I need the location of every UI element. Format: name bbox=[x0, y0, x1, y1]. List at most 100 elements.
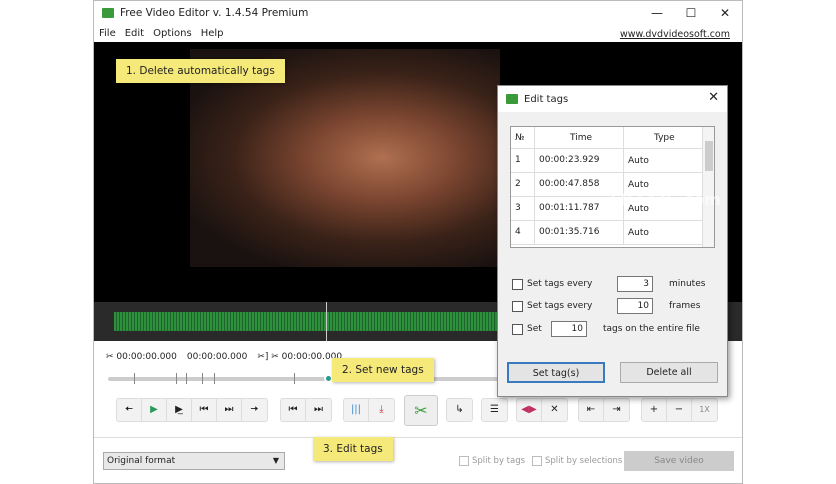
tag-marker bbox=[294, 373, 295, 384]
tag-marker bbox=[186, 373, 187, 384]
cell: 1 bbox=[511, 149, 535, 172]
table-scrollbar[interactable] bbox=[702, 127, 714, 247]
dialog-close-button[interactable]: ✕ bbox=[708, 90, 719, 105]
zoom-reset-button[interactable]: 1X bbox=[692, 399, 717, 421]
jump-controls: ⇤ ⇥ bbox=[578, 398, 630, 422]
cell: 3 bbox=[511, 197, 535, 220]
cell: Auto bbox=[628, 227, 649, 238]
menu-help[interactable]: Help bbox=[201, 28, 224, 39]
set-tags-button[interactable]: Set tag(s) bbox=[507, 362, 605, 383]
cut-button[interactable]: ✂ bbox=[404, 395, 438, 426]
go-end-button[interactable]: ⏭ bbox=[217, 399, 242, 421]
tags-table: № Time Type 1 00:00:23.929 Auto 2 00:00:47.85… bbox=[510, 126, 715, 248]
opt1-unit: minutes bbox=[669, 279, 706, 289]
col-time[interactable]: Time bbox=[535, 127, 624, 148]
opt2-unit: frames bbox=[669, 301, 701, 311]
app-icon bbox=[506, 94, 518, 104]
option-frames: Set tags every 10 frames bbox=[512, 298, 700, 314]
maximize-button[interactable]: ☐ bbox=[674, 1, 708, 25]
delete-all-button[interactable]: Delete all bbox=[620, 362, 718, 383]
option-minutes: Set tags every 3 minutes bbox=[512, 276, 705, 292]
tooltip-edit-tags: 3. Edit tags bbox=[313, 437, 393, 461]
tag-marker bbox=[214, 373, 215, 384]
zoom-in-button[interactable]: + bbox=[642, 399, 667, 421]
go-start-button[interactable]: ⏮ bbox=[192, 399, 217, 421]
table-row[interactable]: 1 00:00:23.929 Auto bbox=[511, 149, 714, 173]
format-select[interactable]: Original format ▼ bbox=[103, 452, 285, 470]
save-video-button[interactable]: Save video bbox=[624, 451, 734, 471]
time-readouts: ✂ 00:00:00.000 00:00:00.000 ✂] ✂ 00:00:0… bbox=[106, 352, 342, 362]
frames-input[interactable]: 10 bbox=[617, 298, 653, 314]
count-input[interactable]: 10 bbox=[551, 321, 587, 337]
window-title: Free Video Editor v. 1.4.54 Premium bbox=[120, 7, 309, 19]
zoom-controls: + − 1X bbox=[641, 398, 718, 422]
menu-options[interactable]: Options bbox=[153, 28, 192, 39]
rotate-button[interactable]: ↳ bbox=[447, 399, 472, 421]
tag-nav-controls: ⏮ ⏭ bbox=[280, 398, 332, 422]
app-icon bbox=[102, 8, 114, 18]
minutes-checkbox[interactable] bbox=[512, 278, 523, 290]
selection-controls: ◀▶ ✕ bbox=[516, 398, 568, 422]
timeline-slider[interactable] bbox=[108, 377, 508, 381]
edit-tags-button[interactable]: ||| bbox=[344, 399, 369, 421]
col-num[interactable]: № bbox=[511, 127, 535, 148]
play-button[interactable]: ▶ bbox=[142, 399, 167, 421]
watermark: FILECR .com bbox=[610, 190, 721, 209]
tag-controls: ||| ⤓ bbox=[343, 398, 395, 422]
jump-start-button[interactable]: ⇤ bbox=[579, 399, 604, 421]
minutes-input[interactable]: 3 bbox=[617, 276, 653, 292]
jump-end-button[interactable]: ⇥ bbox=[604, 399, 629, 421]
frames-checkbox[interactable] bbox=[512, 300, 523, 312]
rotate-group: ↳ bbox=[446, 398, 473, 422]
prev-frame-button[interactable]: 🠄 bbox=[117, 399, 142, 421]
cell: 00:01:35.716 bbox=[535, 221, 624, 244]
format-value: Original format bbox=[107, 456, 176, 466]
playback-controls: 🠄 ▶ ▶̲ ⏮ ⏭ 🠆 bbox=[116, 398, 268, 422]
delete-marker-button[interactable]: ✕ bbox=[542, 399, 567, 421]
split-by-tags-checkbox[interactable]: Split by tags bbox=[459, 456, 525, 466]
table-header: № Time Type bbox=[511, 127, 714, 149]
next-tag-button[interactable]: ⏭ bbox=[306, 399, 331, 421]
edit-tags-dialog: Edit tags ✕ № Time Type 1 00:00:23.929 Auto … bbox=[497, 85, 728, 397]
close-button[interactable]: ✕ bbox=[708, 1, 742, 25]
opt3-unit: tags on the entire file bbox=[603, 324, 700, 334]
split-sel-label: Split by selections bbox=[545, 456, 623, 466]
split-by-selections-checkbox[interactable]: Split by selections bbox=[532, 456, 622, 466]
opt3-label: Set bbox=[527, 324, 542, 334]
selection-start-time: ✂ 00:00:00.000 bbox=[106, 352, 177, 362]
cell: Auto bbox=[628, 179, 649, 190]
cell: 2 bbox=[511, 173, 535, 196]
adjust-button[interactable]: ☰ bbox=[482, 399, 507, 421]
set-tag-button[interactable]: ⤓ bbox=[369, 399, 394, 421]
zoom-out-button[interactable]: − bbox=[667, 399, 692, 421]
option-count: Set 10 tags on the entire file bbox=[512, 321, 700, 337]
table-row[interactable]: 4 00:01:35.716 Auto bbox=[511, 221, 714, 245]
tag-marker bbox=[176, 373, 177, 384]
tooltip-delete-tags: 1. Delete automatically tags bbox=[116, 59, 285, 83]
prev-tag-button[interactable]: ⏮ bbox=[281, 399, 306, 421]
menu-edit[interactable]: Edit bbox=[125, 28, 144, 39]
tag-marker bbox=[202, 373, 203, 384]
website-link[interactable]: www.dvdvideosoft.com bbox=[620, 29, 730, 40]
divider bbox=[94, 437, 742, 438]
minimize-button[interactable]: — bbox=[640, 1, 674, 25]
cell: 4 bbox=[511, 221, 535, 244]
duration-time: ✂] ✂ 00:00:00.000 bbox=[257, 352, 343, 362]
count-checkbox[interactable] bbox=[512, 323, 523, 335]
opt2-label: Set tags every bbox=[527, 301, 593, 311]
selection-end-time: 00:00:00.000 bbox=[186, 352, 248, 362]
dialog-title: Edit tags bbox=[524, 93, 569, 105]
cell: Auto bbox=[628, 155, 649, 166]
play-selection-button[interactable]: ▶̲ bbox=[167, 399, 192, 421]
dialog-title-bar: Edit tags bbox=[498, 86, 727, 112]
cell: 00:00:23.929 bbox=[535, 149, 624, 172]
marker-button[interactable]: ◀▶ bbox=[517, 399, 542, 421]
playhead[interactable] bbox=[326, 302, 327, 341]
tag-marker bbox=[134, 373, 135, 384]
col-type[interactable]: Type bbox=[624, 133, 675, 143]
split-tags-label: Split by tags bbox=[472, 456, 526, 466]
menu-file[interactable]: File bbox=[99, 28, 116, 39]
next-frame-button[interactable]: 🠆 bbox=[242, 399, 267, 421]
chevron-down-icon: ▼ bbox=[272, 456, 279, 465]
adjust-group: ☰ bbox=[481, 398, 508, 422]
